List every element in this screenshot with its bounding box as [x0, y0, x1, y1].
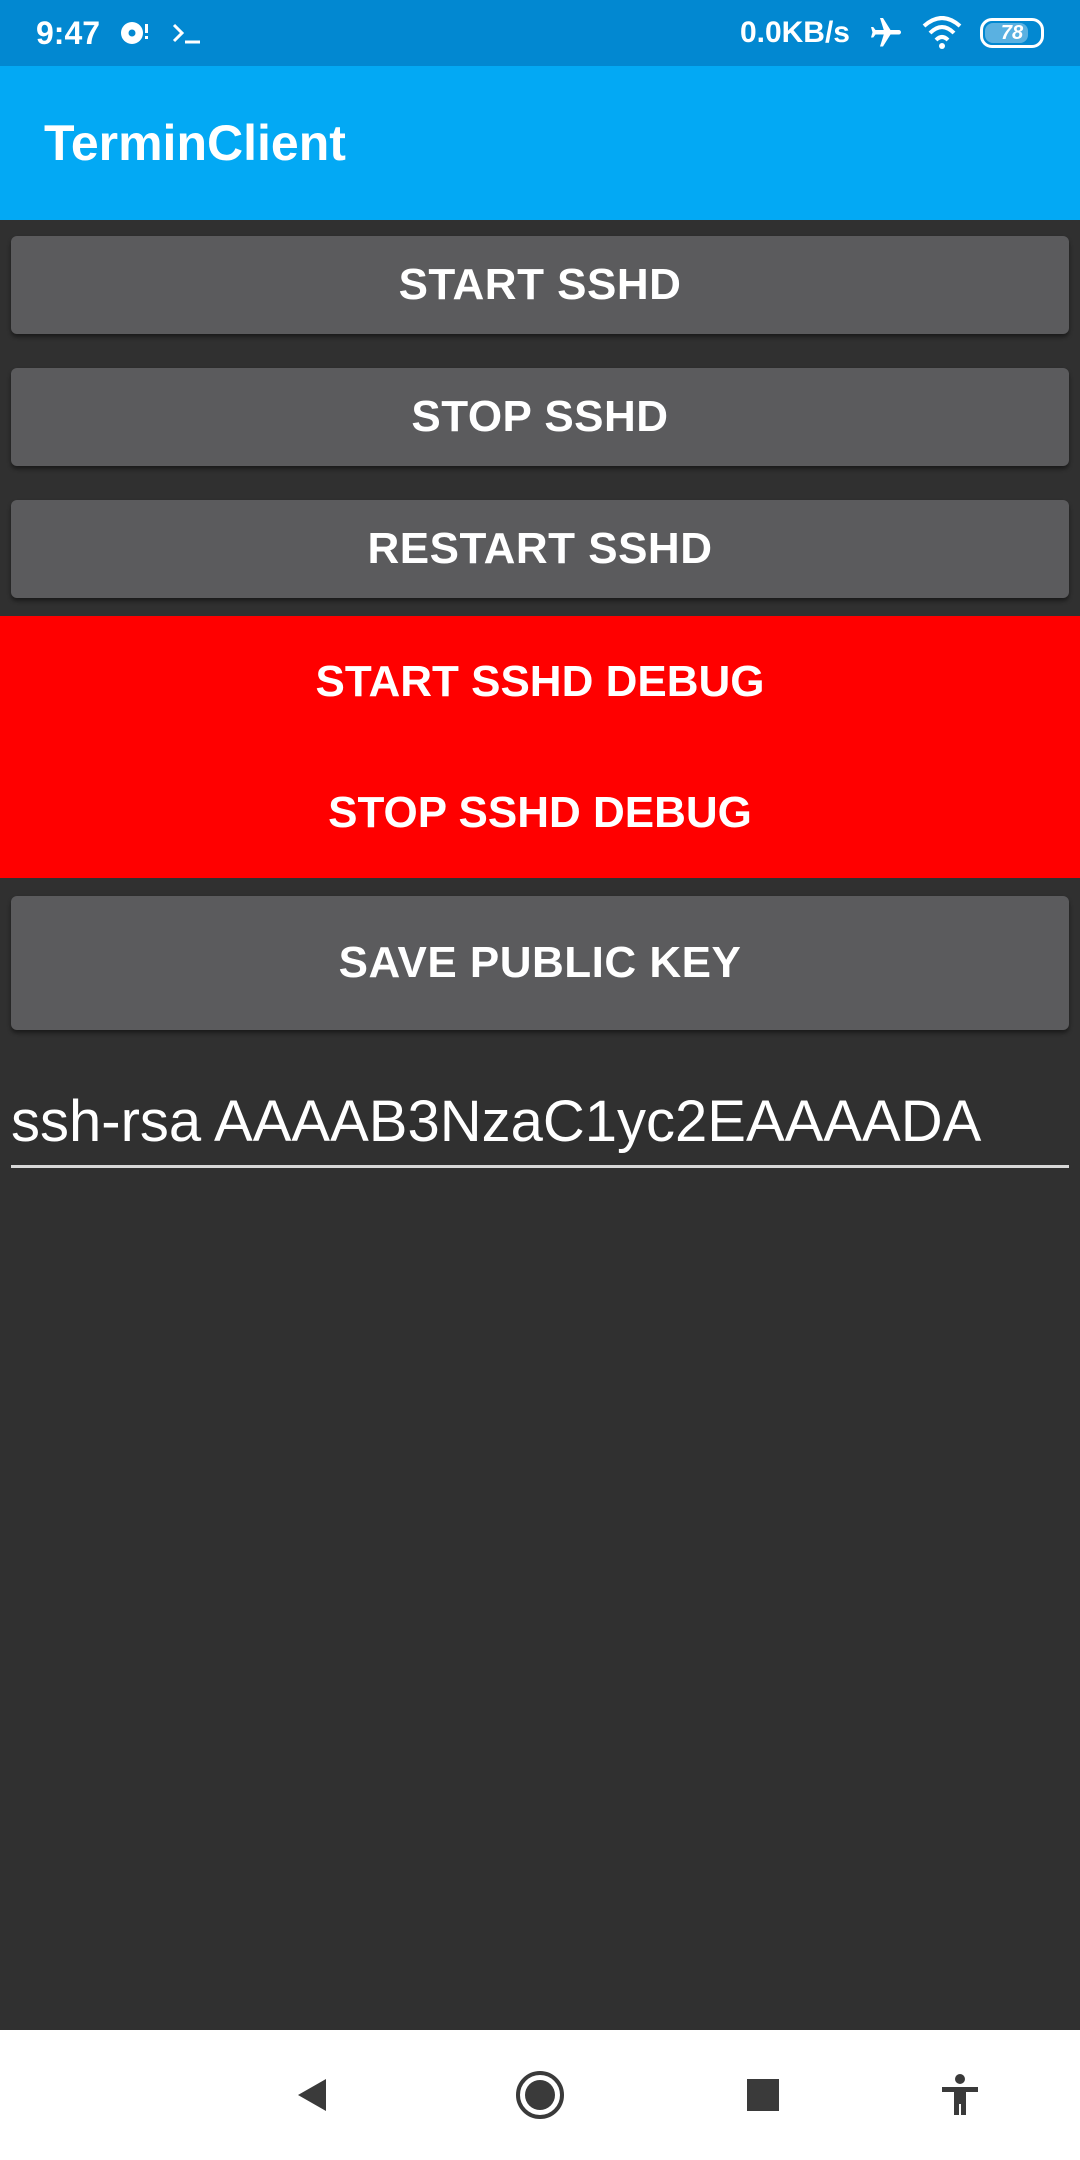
- app-bar: TerminClient: [0, 66, 1080, 220]
- public-key-field[interactable]: ssh-rsa AAAAB3NzaC1yc2EAAAADA: [11, 1080, 1069, 1168]
- recents-icon[interactable]: [703, 2030, 823, 2160]
- stop-sshd-debug-button[interactable]: STOP SSHD DEBUG: [0, 747, 1080, 878]
- battery-icon: 78: [980, 18, 1044, 48]
- media-icon: [118, 18, 152, 48]
- restart-sshd-button[interactable]: RESTART SSHD: [11, 500, 1069, 598]
- status-bar: 9:47 0.0KB/s 78: [0, 0, 1080, 66]
- home-icon[interactable]: [480, 2030, 600, 2160]
- back-icon[interactable]: [252, 2030, 372, 2160]
- accessibility-icon[interactable]: [900, 2030, 1020, 2160]
- status-time: 9:47: [36, 14, 101, 51]
- battery-level: 78: [1000, 21, 1024, 44]
- status-right: 0.0KB/s 78: [740, 15, 1044, 51]
- screen: 9:47 0.0KB/s 78 TerminClient START SSHD …: [0, 0, 1080, 2160]
- start-sshd-button[interactable]: START SSHD: [11, 236, 1069, 334]
- terminal-icon: [170, 18, 204, 48]
- debug-panel: START SSHD DEBUG STOP SSHD DEBUG: [0, 616, 1080, 878]
- app-title: TerminClient: [44, 115, 346, 171]
- airplane-icon: [868, 15, 904, 51]
- public-key-text[interactable]: ssh-rsa AAAAB3NzaC1yc2EAAAADA: [11, 1080, 1069, 1164]
- wifi-icon: [922, 16, 962, 50]
- stop-sshd-button[interactable]: STOP SSHD: [11, 368, 1069, 466]
- navigation-bar: [0, 2030, 1080, 2160]
- network-speed: 0.0KB/s: [739, 16, 850, 49]
- status-left: 9:47: [36, 15, 204, 52]
- save-public-key-button[interactable]: SAVE PUBLIC KEY: [11, 896, 1069, 1030]
- start-sshd-debug-button[interactable]: START SSHD DEBUG: [0, 616, 1080, 747]
